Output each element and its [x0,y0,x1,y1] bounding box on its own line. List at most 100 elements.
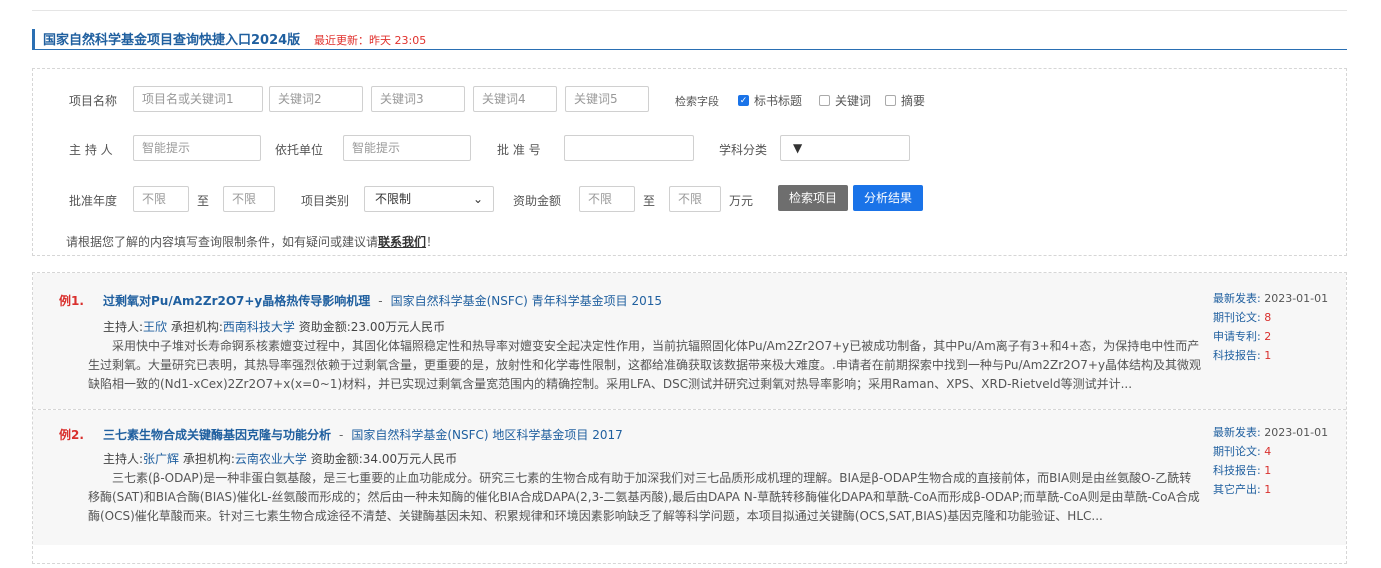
subject-label: 学科分类 [719,143,768,157]
result-dash: - [339,428,344,442]
org-link[interactable]: 西南科技大学 [223,320,295,334]
chevron-down-icon: ▼ [793,141,803,155]
checkbox-keyword-label: 关键词 [835,94,872,108]
category-select-value: 不限制 [375,192,412,206]
subject-select[interactable]: ▼ [780,135,910,161]
result-source: 国家自然科学基金(NSFC) 地区科学基金项目 2017 [351,428,623,442]
stat-journals: 期刊论文: 8 [1213,308,1328,327]
checkbox-title[interactable]: ✓ 标书标题 [738,92,802,109]
checkbox-unchecked-icon [885,95,896,106]
stat-value: 1 [1264,483,1272,496]
top-divider [32,10,1347,11]
stat-other: 其它产出: 1 [1213,480,1328,499]
funding: 资助金额:23.00万元人民币 [294,320,446,334]
result-title-link[interactable]: 过剩氧对Pu/Am2Zr2O7+y晶格热传导影响机理 [103,294,370,308]
org-label: 依托单位 [275,143,324,157]
host-link[interactable]: 张广辉 [143,452,179,466]
amount-unit: 万元 [729,194,754,208]
stat-latest: 最新发表: 2023-01-01 [1213,289,1328,308]
host-link[interactable]: 王欣 [143,320,167,334]
stat-value: 1 [1264,349,1272,362]
amount-label: 资助金额 [513,194,562,208]
year-label: 批准年度 [69,194,118,208]
stat-value: 1 [1264,464,1272,477]
stat-key[interactable]: 科技报告: [1213,464,1261,477]
page-header: 国家自然科学基金项目查询快捷入口2024版 最近更新：昨天 23:05 [32,29,1347,50]
checkbox-abstract[interactable]: 摘要 [885,92,925,109]
stat-value: 2023-01-01 [1264,426,1329,439]
stat-key[interactable]: 最新发表: [1213,426,1261,439]
checkbox-title-label: 标书标题 [754,94,803,108]
result-index: 例1. [59,294,84,308]
amount-to-label: 至 [643,194,656,208]
year-to-input[interactable]: 不限 [223,186,275,212]
help-note: 请根据您了解的内容填写查询限制条件，如有疑问或建议请联系我们！ [66,233,438,250]
result-source: 国家自然科学基金(NSFC) 青年科学基金项目 2015 [390,294,663,308]
stat-key[interactable]: 申请专利: [1213,330,1261,343]
category-label: 项目类别 [301,194,350,208]
checkbox-checked-icon: ✓ [738,95,749,106]
approval-label: 批 准 号 [497,143,541,157]
list-item: 例1. 过剩氧对Pu/Am2Zr2O7+y晶格热传导影响机理 - 国家自然科学基金(… [33,273,1346,409]
stat-value: 4 [1264,445,1272,458]
stat-key[interactable]: 期刊论文: [1213,445,1261,458]
stat-patents: 申请专利: 2 [1213,327,1328,346]
stat-key[interactable]: 最新发表: [1213,292,1261,305]
result-heading: 过剩氧对Pu/Am2Zr2O7+y晶格热传导影响机理 - 国家自然科学基金(NSFC… [103,292,662,309]
results-list: 例1. 过剩氧对Pu/Am2Zr2O7+y晶格热传导影响机理 - 国家自然科学基金(… [32,272,1347,564]
keyword1-input[interactable]: 项目名或关键词1 [133,86,263,112]
search-field-label: 检索字段 [675,95,719,108]
contact-link[interactable]: 联系我们 [378,235,426,249]
stat-key[interactable]: 其它产出: [1213,483,1261,496]
org-prefix: 承担机构: [167,320,223,334]
result-meta: 主持人:王欣 承担机构:西南科技大学 资助金额:23.00万元人民币 [103,318,445,335]
stat-journals: 期刊论文: 4 [1213,442,1328,461]
result-abstract: 三七素(β-ODAP)是一种非蛋白氨基酸，是三七重要的止血功能成分。研究三七素的… [88,471,1200,523]
stat-value: 2023-01-01 [1264,292,1329,305]
year-from-input[interactable]: 不限 [133,186,189,212]
page-title: 国家自然科学基金项目查询快捷入口2024版 [43,33,301,48]
keyword4-input[interactable]: 关键词4 [473,86,557,112]
result-index: 例2. [59,428,84,442]
to-label: 至 [197,194,210,208]
list-item: 例2. 三七素生物合成关键酶基因克隆与功能分析 - 国家自然科学基金(NSFC) 地… [33,410,1346,545]
stat-reports: 科技报告: 1 [1213,346,1328,365]
stat-latest: 最新发表: 2023-01-01 [1213,423,1328,442]
result-dash: - [378,294,383,308]
last-update: 最近更新：昨天 23:05 [314,34,427,47]
approval-input[interactable] [564,135,694,161]
keyword2-input[interactable]: 关键词2 [269,86,363,112]
category-select[interactable]: 不限制 ⌄ [364,186,494,212]
host-prefix: 主持人: [103,452,144,466]
checkbox-abstract-label: 摘要 [901,94,926,108]
result-stats: 最新发表: 2023-01-01 期刊论文: 8 申请专利: 2 科技报告: 1 [1213,289,1328,365]
amount-to-input[interactable]: 不限 [669,186,721,212]
stat-key[interactable]: 期刊论文: [1213,311,1261,324]
analyze-button[interactable]: 分析结果 [853,185,924,211]
org-link[interactable]: 云南农业大学 [235,452,307,466]
result-heading: 三七素生物合成关键酶基因克隆与功能分析 - 国家自然科学基金(NSFC) 地区科学基… [103,426,623,443]
result-title-link[interactable]: 三七素生物合成关键酶基因克隆与功能分析 [103,428,331,442]
result-abstract: 采用快中子堆对长寿命锕系核素嬗变过程中，其固化体辐照稳定性和热导率对嬗变安全起决… [88,339,1202,391]
keyword5-input[interactable]: 关键词5 [565,86,649,112]
host-prefix: 主持人: [103,320,144,334]
keyword3-input[interactable]: 关键词3 [371,86,465,112]
funding: 资助金额:34.00万元人民币 [306,452,458,466]
stat-key[interactable]: 科技报告: [1213,349,1261,362]
stat-reports: 科技报告: 1 [1213,461,1328,480]
org-input[interactable]: 智能提示 [343,135,471,161]
search-form: 项目名称 项目名或关键词1 关键词2 关键词3 关键词4 关键词5 检索字段 ✓… [32,68,1347,256]
result-meta: 主持人:张广辉 承担机构:云南农业大学 资助金额:34.00万元人民币 [103,450,457,467]
org-prefix: 承担机构: [179,452,235,466]
stat-value: 2 [1264,330,1272,343]
host-input[interactable]: 智能提示 [133,135,261,161]
checkbox-keyword[interactable]: 关键词 [819,92,871,109]
amount-from-input[interactable]: 不限 [579,186,635,212]
checkbox-unchecked-icon [819,95,830,106]
host-label: 主 持 人 [69,143,113,157]
search-button[interactable]: 检索项目 [778,185,849,211]
help-note-suffix: ！ [426,235,439,249]
chevron-down-icon: ⌄ [472,192,483,206]
project-name-label: 项目名称 [69,94,118,108]
result-stats: 最新发表: 2023-01-01 期刊论文: 4 科技报告: 1 其它产出: 1 [1213,423,1328,499]
